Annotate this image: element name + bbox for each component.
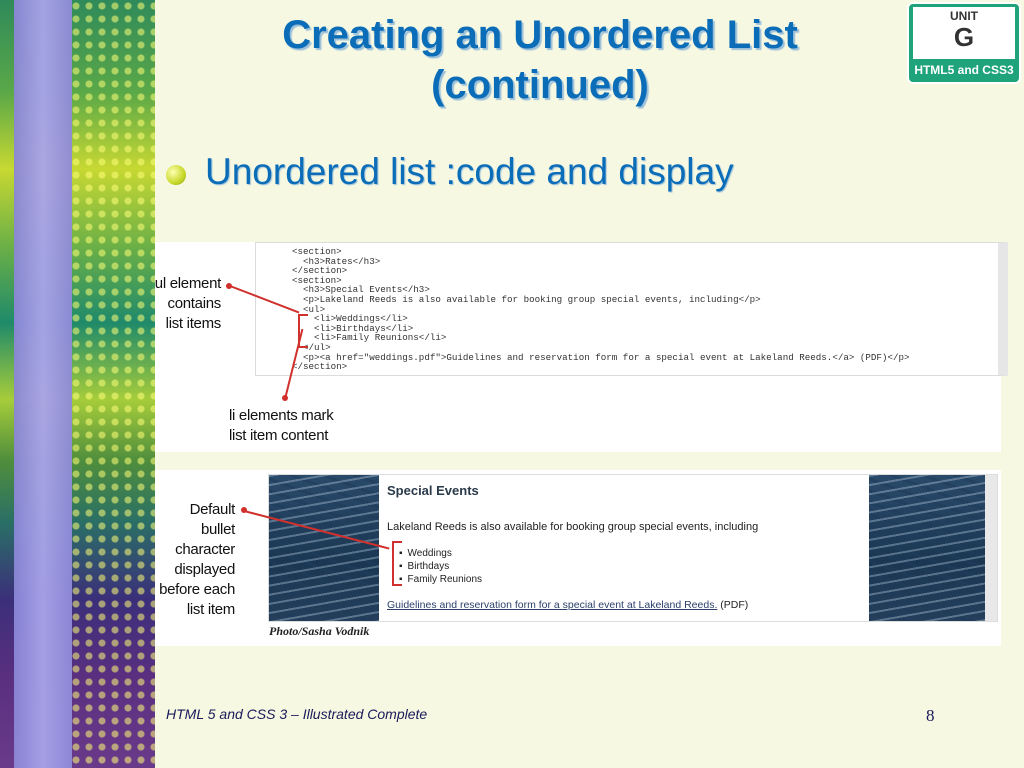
callout-ul-line: list items [165, 315, 222, 332]
photo-credit: Photo/Sasha Vodnik [269, 624, 370, 638]
callout-ul: ul element contains list items [149, 274, 222, 334]
browser-screenshot: Special Events Lakeland Reeds is also av… [268, 474, 998, 622]
list-item: Birthdays [399, 560, 482, 573]
callout-li-line: li elements mark [229, 407, 334, 424]
callout-bullet-line: displayed [174, 561, 235, 578]
list-item: Weddings [399, 547, 482, 560]
code-screenshot: <section> <h3>Rates</h3> </section> <sec… [255, 242, 1008, 376]
code-line: <p><a href="weddings.pdf">Guidelines and… [303, 351, 910, 363]
decorative-stem [14, 0, 72, 768]
water-photo [269, 475, 379, 621]
title-line-1: Creating an Unordered List [282, 13, 798, 57]
title-line-2: (continued) [431, 63, 649, 107]
scrollbar[interactable] [985, 475, 997, 621]
display-figure: Default bullet character displayed befor… [155, 470, 1001, 646]
decorative-side-image [0, 0, 155, 768]
code-line: <p>Lakeland Reeds is also available for … [303, 293, 761, 305]
callout-bullet-line: before each [159, 581, 235, 598]
callout-li-line: list item content [229, 427, 329, 444]
link-suffix: (PDF) [717, 599, 749, 611]
unit-badge-top: UNIT G [913, 7, 1015, 59]
callout-bullet-line: Default [189, 501, 236, 518]
slide-title: Creating an Unordered List (continued) [180, 10, 900, 110]
guidelines-link[interactable]: Guidelines and reservation form for a sp… [387, 599, 717, 611]
bullet-text: Unordered list :code and display [205, 151, 734, 192]
callout-bullet-line: character [175, 541, 235, 558]
list-item: Family Reunions [399, 573, 482, 586]
callout-ul-line: ul element [154, 275, 222, 292]
web-list: Weddings Birthdays Family Reunions [399, 547, 482, 586]
callout-ul-line: contains [167, 295, 222, 312]
code-listing: <section> <h3>Rates</h3> </section> <sec… [292, 247, 910, 372]
page-number: 8 [926, 706, 935, 725]
unit-letter: G [953, 22, 975, 52]
footer-text: HTML 5 and CSS 3 – Illustrated Complete [166, 706, 428, 722]
pattern-dots [70, 0, 155, 768]
unit-word: UNIT [950, 9, 978, 23]
web-heading: Special Events [387, 483, 479, 498]
callout-bullet: Default bullet character displayed befor… [159, 500, 235, 620]
web-paragraph: Lakeland Reeds is also available for boo… [387, 521, 759, 533]
web-link-line: Guidelines and reservation form for a sp… [387, 599, 748, 611]
list-bracket [392, 541, 402, 586]
unit-subtitle: HTML5 and CSS3 [914, 63, 1014, 77]
water-photo [869, 475, 985, 621]
unit-badge: UNIT G HTML5 and CSS3 [907, 2, 1021, 84]
web-page-content: Special Events Lakeland Reeds is also av… [379, 475, 864, 621]
callout-bullet-line: bullet [200, 521, 235, 538]
code-line: </section> [292, 361, 348, 373]
code-figure: ul element contains list items li elemen… [155, 242, 1008, 452]
bullet-icon [166, 165, 186, 185]
callout-bullet-line: list item [186, 601, 235, 618]
callout-li: li elements mark list item content [229, 406, 344, 446]
